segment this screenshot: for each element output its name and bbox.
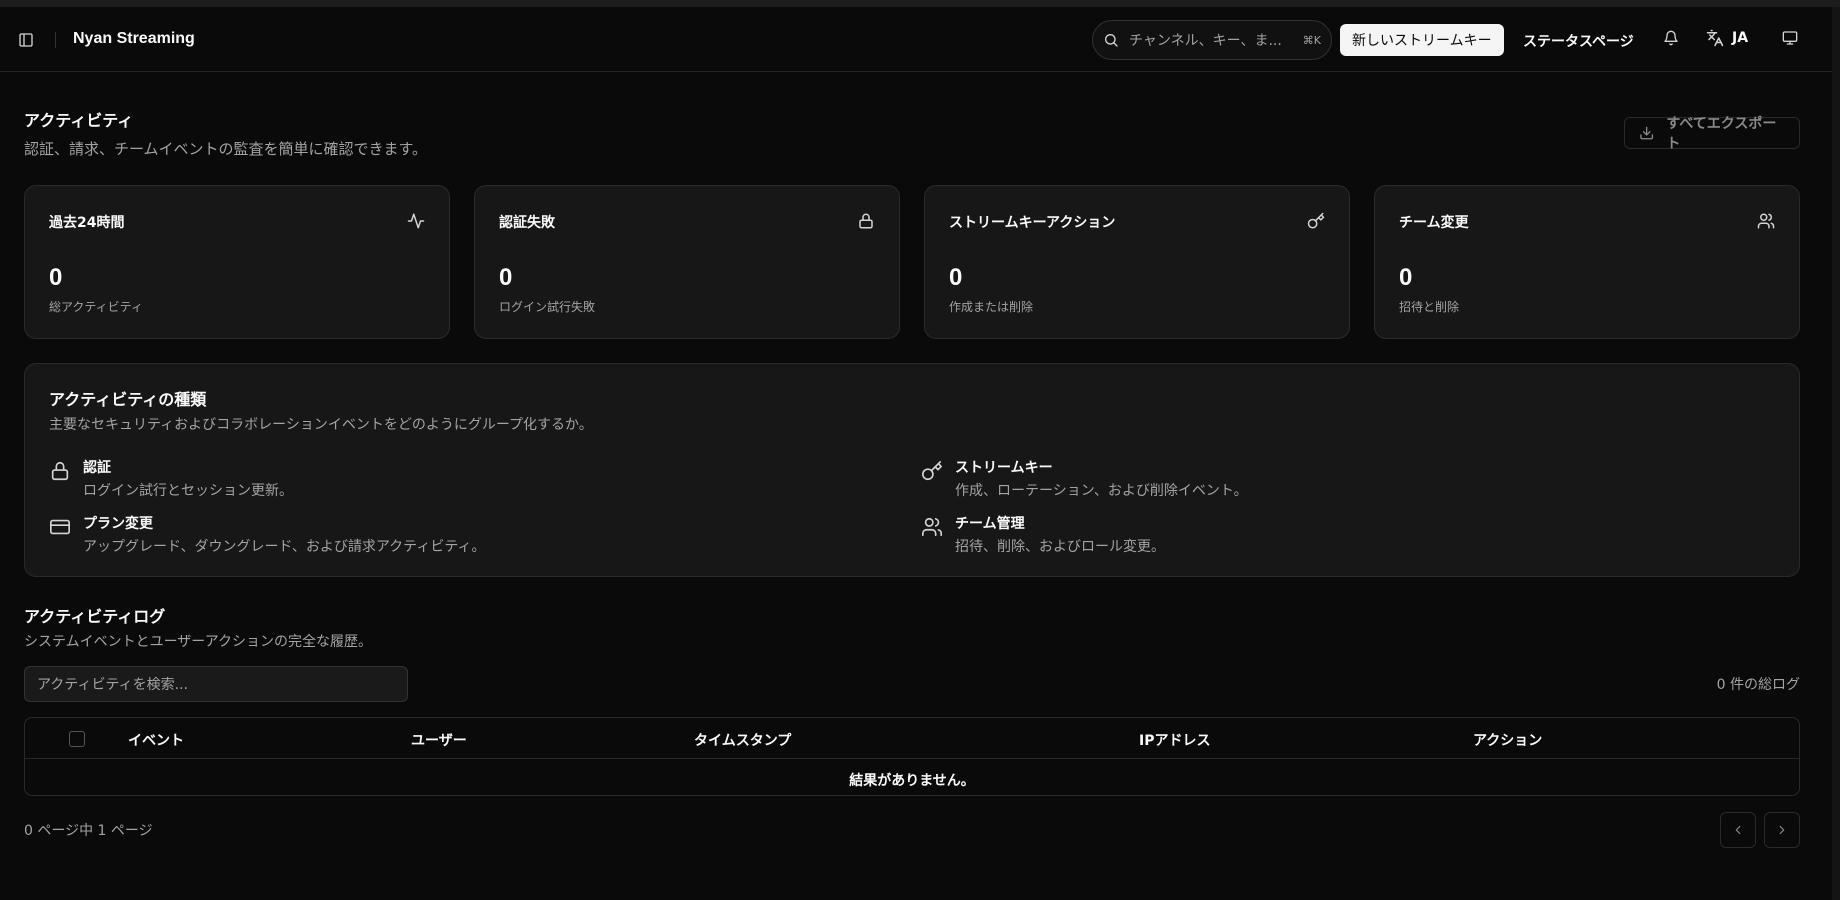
monitor-icon	[1782, 31, 1798, 45]
stat-card-stream-key-actions: ストリームキーアクション 0 作成または削除	[924, 185, 1350, 339]
activity-search-placeholder: アクティビティを検索...	[37, 677, 188, 693]
log-title: アクティビティログ	[24, 607, 166, 626]
top-header: Nyan Streaming チャンネル、キー、ま... ⌘K 新しいストリーム…	[0, 7, 1832, 72]
type-item-stream-key: ストリームキー 作成、ローテーション、および削除イベント。	[921, 457, 1248, 500]
type-desc: アップグレード、ダウングレード、および請求アクティビティ。	[83, 539, 486, 555]
type-item-auth: 認証 ログイン試行とセッション更新。	[49, 457, 293, 500]
type-name: プラン変更	[83, 516, 153, 532]
type-name: 認証	[83, 460, 111, 476]
key-icon	[1307, 212, 1325, 229]
download-icon	[1640, 126, 1654, 140]
next-page-button[interactable]	[1764, 812, 1800, 848]
type-name: ストリームキー	[955, 460, 1053, 476]
activity-types-card: アクティビティの種類 主要なセキュリティおよびコラボレーションイベントをどのよう…	[24, 363, 1800, 577]
select-all-checkbox[interactable]	[69, 731, 85, 747]
activity-log-table: イベント ユーザー タイムスタンプ IPアドレス アクション 結果がありません。	[24, 717, 1800, 796]
stat-desc: 総アクティビティ	[49, 300, 143, 314]
column-header-timestamp[interactable]: タイムスタンプ	[694, 730, 791, 750]
sidebar-icon	[19, 33, 33, 47]
empty-results-message: 結果がありません。	[849, 773, 975, 789]
chevron-right-icon	[1779, 825, 1785, 835]
stat-card-auth-failures: 認証失敗 0 ログイン試行失敗	[474, 185, 900, 339]
export-all-button[interactable]: すべてエクスポート	[1624, 116, 1800, 152]
bell-icon	[1664, 30, 1678, 46]
translate-icon	[1706, 29, 1724, 47]
page-subtitle: 認証、請求、チームイベントの監査を簡単に確認できます。	[24, 140, 428, 158]
app-title: Nyan Streaming	[73, 30, 195, 47]
types-subtitle: 主要なセキュリティおよびコラボレーションイベントをどのようにグループ化するか。	[49, 417, 593, 433]
stat-label: チーム変更	[1399, 215, 1469, 231]
type-item-team-management: チーム管理 招待、削除、およびロール変更。	[921, 513, 1165, 556]
type-desc: 招待、削除、およびロール変更。	[955, 539, 1165, 555]
key-icon	[922, 461, 942, 481]
stat-desc: 作成または削除	[949, 300, 1034, 314]
export-label: すべてエクスポート	[1666, 116, 1777, 152]
type-desc: 作成、ローテーション、および削除イベント。	[955, 483, 1248, 499]
column-header-ip-address[interactable]: IPアドレス	[1139, 730, 1210, 750]
activity-search-input[interactable]: アクティビティを検索...	[24, 666, 408, 702]
type-item-plan-change: プラン変更 アップグレード、ダウングレード、および請求アクティビティ。	[49, 513, 486, 556]
notifications-button[interactable]	[1663, 30, 1681, 48]
new-stream-key-button[interactable]: 新しいストリームキー	[1340, 24, 1504, 56]
search-placeholder: チャンネル、キー、ま...	[1129, 33, 1282, 49]
column-header-event[interactable]: イベント	[128, 730, 184, 750]
stat-desc: 招待と削除	[1399, 300, 1460, 314]
column-header-actions: アクション	[1473, 733, 1543, 749]
stat-card-team-changes: チーム変更 0 招待と削除	[1374, 185, 1800, 339]
page-title: アクティビティ	[24, 111, 134, 130]
users-icon	[1757, 213, 1775, 229]
header-divider	[55, 32, 56, 48]
status-page-link[interactable]: ステータスページ	[1523, 31, 1634, 51]
stat-value: 0	[499, 264, 513, 291]
total-log-count: 0 件の総ログ	[1716, 677, 1800, 693]
sidebar-toggle-button[interactable]	[16, 30, 36, 50]
language-label: JA	[1732, 30, 1749, 46]
activity-icon	[407, 213, 425, 229]
stat-desc: ログイン試行失敗	[499, 300, 596, 314]
stat-label: ストリームキーアクション	[949, 215, 1116, 231]
chevron-left-icon	[1735, 825, 1741, 835]
types-title: アクティビティの種類	[49, 390, 207, 409]
type-desc: ログイン試行とセッション更新。	[83, 483, 293, 499]
column-header-user[interactable]: ユーザー	[411, 730, 467, 750]
global-search-input[interactable]: チャンネル、キー、ま... ⌘K	[1092, 20, 1332, 60]
scrollbar[interactable]	[1832, 7, 1840, 900]
type-name: チーム管理	[955, 516, 1025, 532]
lock-icon	[51, 461, 69, 481]
credit-card-icon	[50, 519, 70, 535]
stat-label: 過去24時間	[49, 215, 125, 231]
pagination-status: 0 ページ中 1 ページ	[24, 823, 153, 839]
lock-icon	[859, 213, 873, 229]
stat-label: 認証失敗	[499, 215, 555, 231]
log-subtitle: システムイベントとユーザーアクションの完全な履歴。	[24, 634, 373, 650]
search-shortcut: ⌘K	[1302, 33, 1321, 47]
table-header-row: イベント ユーザー タイムスタンプ IPアドレス アクション	[25, 718, 1799, 759]
window-top-strip	[0, 0, 1840, 7]
stat-value: 0	[1399, 264, 1413, 291]
previous-page-button[interactable]	[1720, 812, 1756, 848]
language-switcher[interactable]: JA	[1706, 29, 1748, 47]
stat-card-last-24h: 過去24時間 0 総アクティビティ	[24, 185, 450, 339]
stat-value: 0	[949, 264, 963, 291]
search-icon	[1105, 34, 1118, 47]
stat-value: 0	[49, 264, 63, 291]
users-icon	[922, 517, 942, 537]
theme-display-button[interactable]	[1782, 30, 1800, 48]
